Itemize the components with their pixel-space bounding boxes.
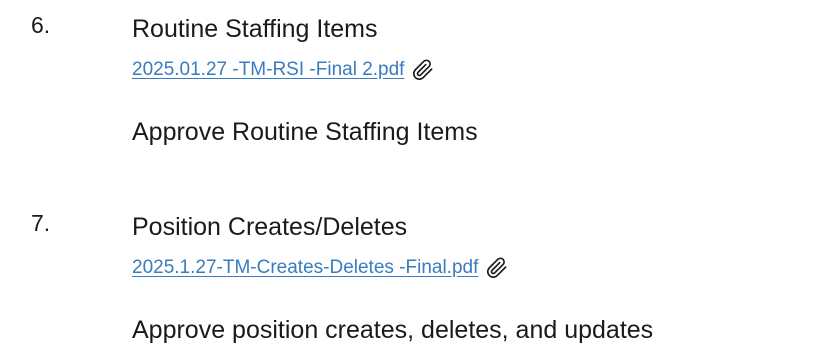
item-motion: Approve position creates, deletes, and u… xyxy=(132,316,654,344)
attachment: 2025.01.27 -TM-RSI -Final 2.pdf xyxy=(132,57,434,83)
paperclip-icon xyxy=(412,59,434,81)
paperclip-icon xyxy=(486,257,508,279)
item-title: Position Creates/Deletes xyxy=(132,213,408,241)
item-number: 7. xyxy=(31,210,51,236)
item-title: Routine Staffing Items xyxy=(132,15,378,43)
item-number: 6. xyxy=(31,12,51,38)
attachment: 2025.1.27-TM-Creates-Deletes -Final.pdf xyxy=(132,255,508,281)
attachment-link[interactable]: 2025.1.27-TM-Creates-Deletes -Final.pdf xyxy=(132,255,478,281)
item-motion: Approve Routine Staffing Items xyxy=(132,118,478,146)
attachment-link[interactable]: 2025.01.27 -TM-RSI -Final 2.pdf xyxy=(132,57,404,83)
